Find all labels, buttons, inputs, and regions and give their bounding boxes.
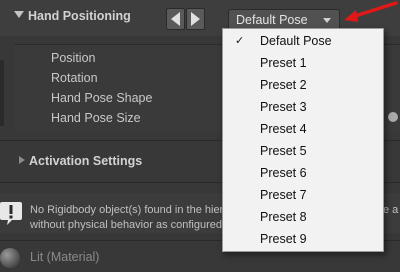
menu-item-preset-5[interactable]: Preset 5: [223, 140, 383, 162]
warning-text-line-2: without physical behavior as configured: [30, 219, 223, 231]
previous-pose-button[interactable]: [166, 8, 185, 30]
property-label-rotation: Rotation: [51, 71, 98, 85]
menu-item-label: Default Pose: [260, 34, 332, 48]
section-title[interactable]: Hand Positioning: [28, 9, 131, 23]
property-label-hand-pose-size: Hand Pose Size: [51, 111, 141, 125]
arrow-right-icon: [191, 12, 200, 26]
annotation-arrow-icon: [344, 1, 398, 22]
menu-item-default-pose[interactable]: ✓ Default Pose: [223, 30, 383, 52]
property-label-position: Position: [51, 51, 96, 65]
pose-dropdown-value: Default Pose: [236, 12, 308, 27]
pose-dropdown[interactable]: Default Pose: [228, 9, 340, 30]
menu-item-label: Preset 6: [260, 166, 307, 180]
menu-item-preset-7[interactable]: Preset 7: [223, 184, 383, 206]
menu-item-preset-9[interactable]: Preset 9: [223, 228, 383, 250]
panel-edge: [0, 60, 4, 126]
menu-item-preset-4[interactable]: Preset 4: [223, 118, 383, 140]
foldout-expanded-icon[interactable]: [14, 11, 24, 18]
warning-text-line-1: No Rigidbody object(s) found in the hier: [30, 204, 224, 216]
next-pose-button[interactable]: [186, 8, 205, 30]
foldout-collapsed-icon[interactable]: [19, 156, 25, 164]
menu-item-label: Preset 8: [260, 210, 307, 224]
menu-item-label: Preset 9: [260, 232, 307, 246]
menu-item-preset-1[interactable]: Preset 1: [223, 52, 383, 74]
menu-item-label: Preset 4: [260, 122, 307, 136]
material-preview-icon: [0, 248, 20, 268]
property-label-hand-pose-shape: Hand Pose Shape: [51, 91, 153, 105]
menu-item-label: Preset 1: [260, 56, 307, 70]
warning-icon: [0, 202, 22, 225]
dropdown-caret-icon: [323, 18, 331, 23]
checkmark-icon: ✓: [235, 35, 245, 47]
menu-item-preset-8[interactable]: Preset 8: [223, 206, 383, 228]
menu-item-preset-2[interactable]: Preset 2: [223, 74, 383, 96]
arrow-left-icon: [171, 12, 180, 26]
pose-menu: ✓ Default Pose Preset 1 Preset 2 Preset …: [222, 28, 384, 252]
menu-item-preset-6[interactable]: Preset 6: [223, 162, 383, 184]
menu-item-label: Preset 2: [260, 78, 307, 92]
menu-item-preset-3[interactable]: Preset 3: [223, 96, 383, 118]
slider-handle[interactable]: [388, 112, 398, 122]
warning-text-fragment: e a: [383, 204, 399, 216]
activation-settings-foldout[interactable]: Activation Settings: [29, 154, 142, 168]
menu-item-label: Preset 5: [260, 144, 307, 158]
menu-item-label: Preset 3: [260, 100, 307, 114]
menu-item-label: Preset 7: [260, 188, 307, 202]
material-label[interactable]: Lit (Material): [30, 250, 99, 264]
